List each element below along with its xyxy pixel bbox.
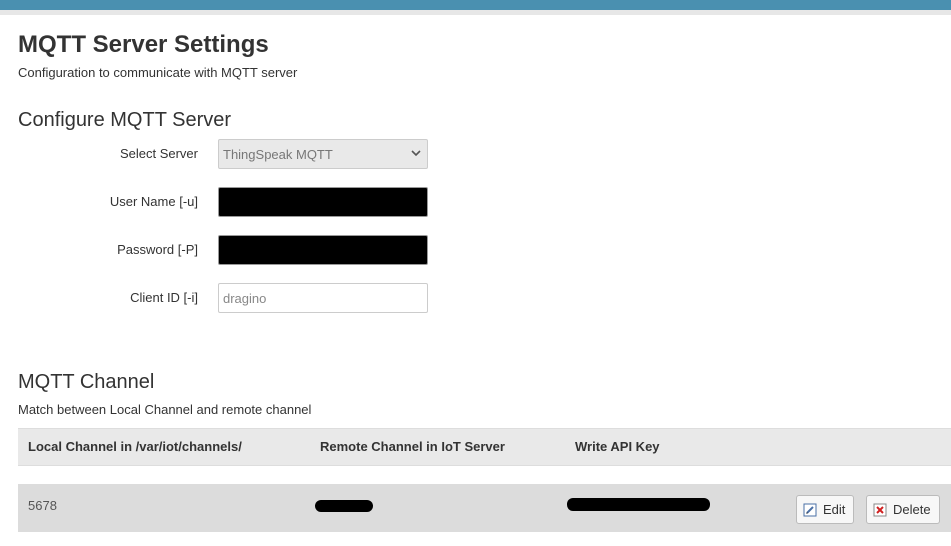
local-channel-cell: 5678 [28, 498, 57, 513]
password-input[interactable] [218, 235, 428, 265]
select-server-value: ThingSpeak MQTT [223, 146, 333, 162]
delete-x-icon [873, 503, 887, 516]
client-id-row: Client ID [-i] dragino [0, 283, 500, 313]
mqtt-channel-description: Match between Local Channel and remote c… [18, 402, 312, 417]
write-api-key-cell [567, 498, 710, 511]
client-id-input[interactable]: dragino [218, 283, 428, 313]
top-divider [0, 10, 951, 15]
column-header-local-channel: Local Channel in /var/iot/channels/ [28, 439, 242, 454]
edit-pencil-icon [803, 503, 817, 516]
delete-label: Delete [893, 502, 931, 517]
column-header-remote-channel: Remote Channel in IoT Server [320, 439, 505, 454]
chevron-down-icon [411, 150, 421, 157]
column-header-write-api-key: Write API Key [575, 439, 660, 454]
edit-label: Edit [823, 502, 846, 517]
username-row: User Name [-u] [0, 187, 500, 217]
select-server-label: Select Server [119, 146, 198, 161]
password-row: Password [-P] [0, 235, 500, 265]
remote-channel-cell [315, 500, 373, 512]
client-id-label: Client ID [-i] [130, 290, 198, 305]
client-id-placeholder: dragino [223, 290, 267, 306]
mqtt-channel-title: MQTT Channel [18, 371, 155, 393]
delete-button[interactable]: Delete [866, 495, 940, 524]
username-input[interactable] [218, 187, 428, 217]
password-label: Password [-P] [117, 242, 198, 257]
select-server-dropdown[interactable]: ThingSpeak MQTT [218, 139, 428, 169]
channel-table-header: Local Channel in /var/iot/channels/ Remo… [18, 428, 951, 466]
table-row: 5678 Edit Delete [18, 484, 951, 532]
top-accent-bar [0, 0, 951, 10]
select-server-row: Select Server ThingSpeak MQTT [0, 139, 500, 169]
username-label: User Name [-u] [109, 194, 198, 209]
edit-button[interactable]: Edit [796, 495, 855, 524]
configure-server-title: Configure MQTT Server [18, 109, 232, 131]
page-description: Configuration to communicate with MQTT s… [18, 65, 298, 80]
page-title: MQTT Server Settings [18, 31, 269, 58]
